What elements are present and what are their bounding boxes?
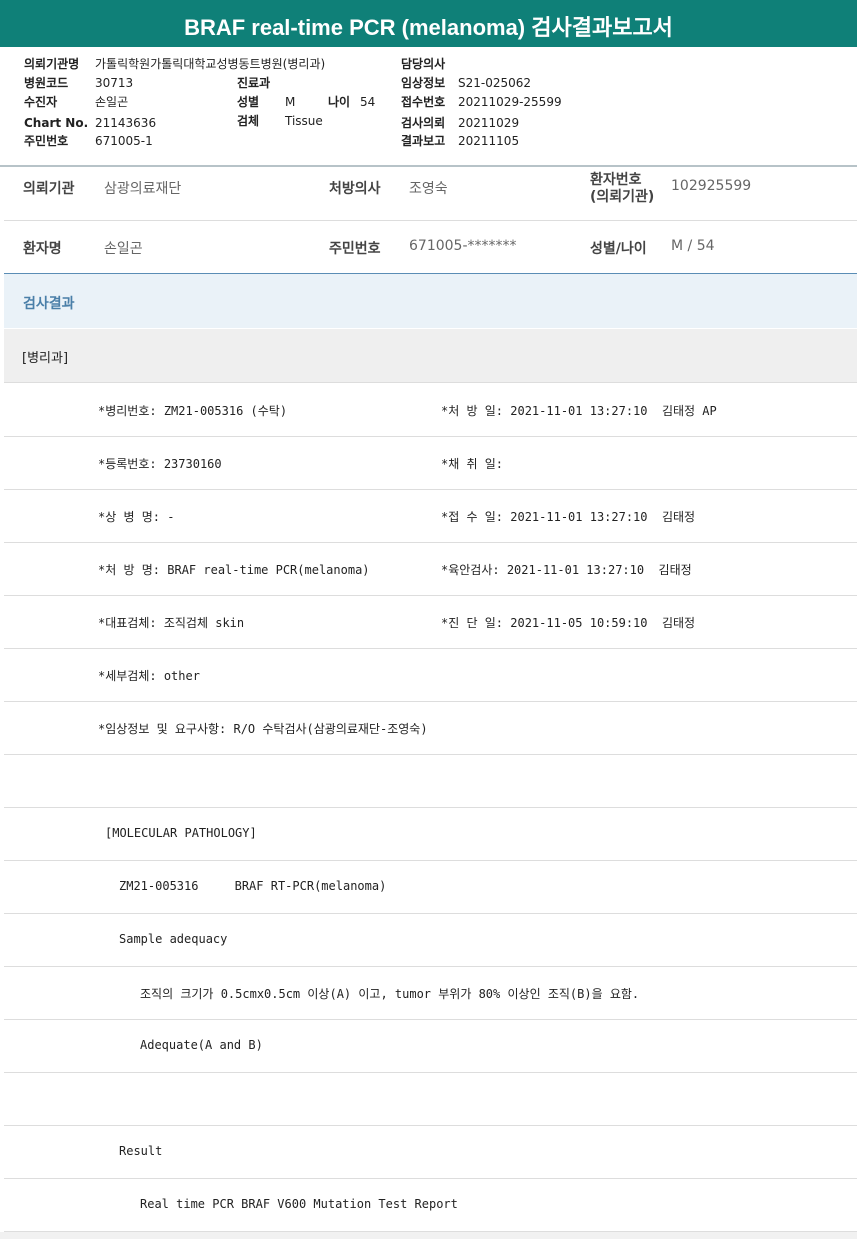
patient-label: 수진자	[24, 95, 58, 109]
info-row-2: 환자명 손일곤 주민번호 671005-******* 성별/나이 M / 54	[4, 221, 857, 273]
prescriber-label: 처방의사	[329, 181, 381, 197]
report-line: Real time PCR BRAF V600 Mutation Test Re…	[4, 1178, 857, 1232]
department-label: 진료과	[237, 76, 271, 90]
report-line	[4, 754, 857, 808]
clinical-info-value: S21-025062	[458, 76, 532, 90]
detail-left: *등록번호: 23730160	[98, 457, 222, 471]
requesting-institution-label: 의뢰기관	[23, 181, 75, 197]
result-section-header: 검사결과	[4, 274, 857, 328]
chart-no-label: Chart No.	[24, 116, 89, 130]
patient-number-sublabel: (의뢰기관)	[590, 189, 655, 205]
report-line: [MOLECULAR PATHOLOGY]	[4, 807, 857, 861]
detail-left: *상 병 명: -	[98, 510, 175, 524]
report-line: Adequate(A and B)	[4, 1019, 857, 1073]
doctor-label: 담당의사	[401, 57, 446, 71]
detail-row: *병리번호: ZM21-005316 (수탁) *처 방 일: 2021-11-…	[4, 383, 857, 437]
report-line-text: ZM21-005316 BRAF RT-PCR(melanoma)	[119, 879, 387, 893]
sex-label: 성별	[237, 95, 260, 109]
sex-value: M	[285, 95, 296, 109]
detail-row: *세부검체: other	[4, 648, 857, 702]
detail-right: *접 수 일: 2021-11-01 13:27:10 김태정	[441, 510, 696, 524]
detail-left: *처 방 명: BRAF real-time PCR(melanoma)	[98, 563, 370, 577]
report-line-text: 조직의 크기가 0.5cmx0.5cm 이상(A) 이고, tumor 부위가 …	[140, 987, 640, 1001]
report-title-banner: BRAF real-time PCR (melanoma) 검사결과보고서	[0, 0, 857, 47]
result-section-title: 검사결과	[23, 296, 75, 312]
detail-left: *병리번호: ZM21-005316 (수탁)	[98, 404, 288, 418]
report-line: 조직의 크기가 0.5cmx0.5cm 이상(A) 이고, tumor 부위가 …	[4, 966, 857, 1020]
report-line	[4, 1072, 857, 1126]
report-line-text: Adequate(A and B)	[140, 1038, 263, 1052]
resident-number-label: 주민번호	[329, 241, 381, 257]
specimen-value: Tissue	[285, 114, 323, 128]
report-line: Result	[4, 1125, 857, 1179]
detail-right: *육안검사: 2021-11-01 13:27:10 김태정	[441, 563, 692, 577]
requesting-institution-value: 삼광의료재단	[104, 181, 182, 197]
resident-number-value: 671005-*******	[409, 238, 517, 254]
age-label: 나이	[328, 95, 351, 109]
clinical-info-label: 임상정보	[401, 76, 446, 90]
age-value: 54	[360, 95, 376, 109]
detail-row: *상 병 명: - *접 수 일: 2021-11-01 13:27:10 김태…	[4, 489, 857, 543]
chart-no-value: 21143636	[95, 116, 157, 130]
report-date-label: 결과보고	[401, 134, 446, 148]
rrn-label: 주민번호	[24, 134, 69, 148]
detail-row: *등록번호: 23730160 *채 취 일:	[4, 436, 857, 490]
patient-number-value: 102925599	[671, 178, 752, 194]
report-line-text: Real time PCR BRAF V600 Mutation Test Re…	[140, 1197, 458, 1211]
report-date-value: 20211105	[458, 134, 520, 148]
detail-right: *채 취 일:	[441, 457, 504, 471]
info-row-1: 의뢰기관 삼광의료재단 처방의사 조영숙 환자번호 (의뢰기관) 1029255…	[4, 167, 857, 220]
sex-age-value: M / 54	[671, 238, 715, 254]
institution-value: 가톨릭학원가톨릭대학교성병동트병원(병리과)	[95, 57, 326, 71]
detail-left: *세부검체: other	[98, 669, 200, 683]
detail-row: *임상정보 및 요구사항: R/O 수탁검사(삼광의료재단-조영숙)	[4, 701, 857, 755]
sex-age-label: 성별/나이	[590, 241, 647, 257]
prescriber-value: 조영숙	[409, 181, 448, 197]
report-header: 의뢰기관명 가톨릭학원가톨릭대학교성병동트병원(병리과) 병원코드 30713 …	[0, 47, 857, 165]
report-title: BRAF real-time PCR (melanoma) 검사결과보고서	[184, 15, 673, 40]
detail-right: *처 방 일: 2021-11-01 13:27:10 김태정 AP	[441, 404, 717, 418]
specimen-label: 검체	[237, 114, 260, 128]
rrn-value: 671005-1	[95, 134, 153, 148]
patient-name-label: 환자명	[23, 241, 62, 257]
detail-left: *임상정보 및 요구사항: R/O 수탁검사(삼광의료재단-조영숙)	[98, 722, 428, 736]
patient-value: 손일곤	[95, 95, 129, 109]
department-row: [병리과]	[4, 329, 857, 383]
department-label: [병리과]	[22, 351, 69, 366]
request-date-value: 20211029	[458, 116, 520, 130]
detail-left: *대표검체: 조직검체 skin	[98, 616, 245, 630]
patient-name-value: 손일곤	[104, 241, 143, 257]
request-date-label: 검사의뢰	[401, 116, 446, 130]
report-line: Sample adequacy	[4, 913, 857, 967]
receipt-no-label: 접수번호	[401, 95, 446, 109]
report-line: ZM21-005316 BRAF RT-PCR(melanoma)	[4, 860, 857, 914]
hospital-code-label: 병원코드	[24, 76, 69, 90]
report-line-text: Sample adequacy	[119, 932, 228, 946]
report-line-text: Result	[119, 1144, 163, 1158]
detail-row: *대표검체: 조직검체 skin *진 단 일: 2021-11-05 10:5…	[4, 595, 857, 649]
page-bottom-strip	[0, 1232, 857, 1239]
hospital-code-value: 30713	[95, 76, 134, 90]
institution-label: 의뢰기관명	[24, 57, 80, 71]
receipt-no-value: 20211029-25599	[458, 95, 562, 109]
detail-right: *진 단 일: 2021-11-05 10:59:10 김태정	[441, 616, 696, 630]
report-line-text: [MOLECULAR PATHOLOGY]	[105, 826, 257, 840]
detail-row: *처 방 명: BRAF real-time PCR(melanoma) *육안…	[4, 542, 857, 596]
